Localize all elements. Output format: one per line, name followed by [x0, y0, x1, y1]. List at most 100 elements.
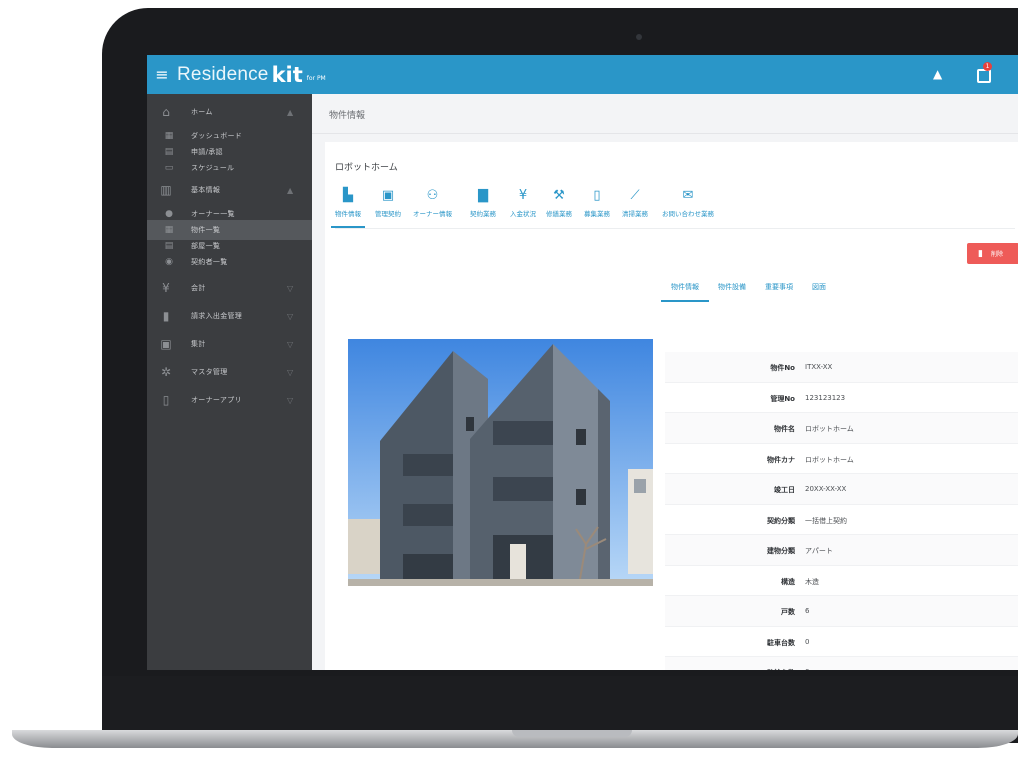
gear-icon: ✲: [160, 365, 172, 379]
door-icon: ▯: [593, 188, 601, 203]
spec-key: 物件No: [770, 364, 795, 372]
property-tab[interactable]: ⚇ オーナー情報: [413, 188, 452, 226]
spec-key: 建物分類: [767, 547, 795, 555]
brand-logo: Residence: [177, 63, 269, 85]
property-tabs: ▙ 物件情報 ▣ 管理契約 ⚇ オーナー情報 ▇ 契約業務 ¥ 入金状況 ⚒ 修繕業務 ▯ 募集業務 ⟋ 清掃…: [331, 188, 1015, 228]
person-icon: ⚇: [426, 188, 439, 203]
menu-icon[interactable]: ≡: [147, 55, 177, 94]
sidebar-item[interactable]: ✲ マスタ管理 ▽: [147, 362, 312, 382]
sidebar-item[interactable]: ▭ スケジュール: [147, 158, 312, 178]
spec-value: 0: [805, 668, 809, 670]
spec-key: 構造: [781, 577, 795, 586]
mail-icon: ✉: [682, 188, 694, 203]
bell-icon[interactable]: ▲: [933, 67, 942, 81]
property-name: ロボットホーム: [335, 163, 398, 173]
info-subtab[interactable]: 重要事項: [765, 282, 793, 292]
property-tab[interactable]: ▣ 管理契約: [375, 188, 401, 226]
phone-icon: ▯: [162, 393, 170, 407]
contractor-icon: ◉: [165, 257, 173, 267]
home-icon: ⌂: [162, 105, 170, 119]
main-content: 物件情報 ロボットホーム ▙ 物件情報 ▣ 管理契約 ⚇ オーナー情報 ▇ 契約業務 ¥ 入金状況…: [312, 94, 1018, 670]
calendar-icon: ▭: [164, 163, 174, 173]
spec-row: 管理No 123123123: [665, 383, 1018, 413]
sidebar-item-label: オーナーアプリ: [191, 396, 242, 404]
spec-value: 6: [805, 607, 810, 615]
property-tab[interactable]: ⚒ 修繕業務: [546, 188, 572, 226]
task-board-icon[interactable]: 1: [977, 62, 993, 83]
spec-key: 竣工日: [774, 486, 795, 494]
property-tab-label: 修繕業務: [546, 210, 572, 218]
spec-row: 物件No ITXX-XX: [665, 352, 1018, 383]
wrench-icon: ⚒: [553, 188, 565, 203]
property-photo: [348, 339, 653, 586]
dashboard-icon: ▦: [164, 131, 174, 141]
sidebar-item[interactable]: ¥ 会計 ▽: [147, 278, 312, 298]
trash-icon: ▮: [978, 248, 983, 259]
property-tab-label: 入金状況: [510, 210, 536, 218]
spec-row: 物件カナ ロボットホーム: [665, 444, 1018, 474]
sidebar-item-label: 請求入出金管理: [191, 312, 243, 320]
chevron-down-icon[interactable]: ▽: [287, 340, 293, 349]
sidebar-item-label: ホーム: [191, 108, 213, 116]
sidebar-item-label: 申請/承認: [191, 148, 223, 156]
spec-row: 戸数 6: [665, 596, 1018, 627]
sidebar-item[interactable]: ⌂ ホーム ▲: [147, 102, 312, 122]
info-subtab[interactable]: 図面: [812, 282, 826, 292]
sidebar-item[interactable]: ◉ 契約者一覧: [147, 252, 312, 272]
sidebar-item-label: スケジュール: [191, 164, 235, 172]
spec-key: 駐車台数: [767, 638, 795, 647]
property-card: ロボットホーム ▙ 物件情報 ▣ 管理契約 ⚇ オーナー情報 ▇ 契約業務 ¥ 入金状況 ⚒ 修繕業務…: [325, 142, 1018, 670]
property-tab[interactable]: ▯ 募集業務: [584, 188, 610, 226]
chevron-up-icon[interactable]: ▲: [287, 108, 293, 117]
property-tab[interactable]: ⟋ 清掃業務: [622, 188, 648, 226]
chevron-down-icon[interactable]: ▽: [287, 284, 293, 293]
contract-icon: ▣: [381, 188, 395, 203]
sidebar-item[interactable]: ▣ 集計 ▽: [147, 334, 312, 354]
laptop-mockup: ≡ Residence kit for PM ▲ 1 ⌂ ホーム ▲ ▦ ダッシュボード…: [0, 0, 1018, 760]
page-title: 物件情報: [329, 111, 366, 121]
sidebar-item-label: 契約者一覧: [191, 258, 228, 266]
spec-key: 戸数: [781, 608, 795, 616]
document-icon: ▮: [162, 309, 170, 323]
spec-value: 木造: [805, 577, 819, 586]
property-tab[interactable]: ✉ お問い合わせ業務: [662, 188, 714, 226]
sidebar-item-label: 物件一覧: [191, 226, 221, 234]
building-icon: ▥: [160, 183, 172, 197]
sidebar-item[interactable]: ▥ 基本情報 ▲: [147, 180, 312, 200]
tabs-divider: [335, 228, 1015, 229]
brand-suffix: for PM: [306, 75, 326, 82]
sidebar-item[interactable]: ▮ 請求入出金管理 ▽: [147, 306, 312, 326]
camera-icon: [636, 34, 642, 40]
sidebar-item-label: オーナー一覧: [191, 210, 235, 218]
chevron-down-icon[interactable]: ▽: [287, 368, 293, 377]
chevron-down-icon[interactable]: ▽: [287, 396, 293, 405]
property-tab[interactable]: ¥ 入金状況: [510, 188, 536, 226]
chevron-down-icon[interactable]: ▽: [287, 312, 293, 321]
spec-row: 物件名 ロボットホーム: [665, 413, 1018, 444]
calculator-icon: ▣: [160, 337, 172, 351]
info-subtab[interactable]: 物件設備: [718, 282, 746, 292]
property-tab-label: お問い合わせ業務: [662, 210, 714, 218]
property-tab-label: 物件情報: [335, 210, 361, 218]
property-tab-label: オーナー情報: [413, 210, 452, 218]
page-header: 物件情報: [312, 94, 1018, 134]
brand-logo-kit: kit: [271, 62, 303, 87]
sidebar-item[interactable]: ▯ オーナーアプリ ▽: [147, 390, 312, 410]
sidebar-item-label: マスタ管理: [191, 368, 228, 376]
sidebar: ⌂ ホーム ▲ ▦ ダッシュボード ▤ 申請/承認 ▭ スケジュール ▥ 基本情報 ▲ ● オーナー一覧 ▦…: [147, 94, 312, 670]
delete-label: 削除: [990, 251, 1003, 258]
spec-row: 建物分類 アパート: [665, 535, 1018, 566]
property-tab-label: 管理契約: [375, 210, 401, 218]
chevron-up-icon[interactable]: ▲: [287, 186, 293, 195]
approval-icon: ▤: [164, 147, 174, 157]
spec-value: ITXX-XX: [805, 363, 833, 371]
info-subtabs: 物件情報 物件設備 重要事項 図面: [661, 282, 845, 302]
delete-button[interactable]: ▮ 削除: [967, 243, 1018, 264]
spec-value: アパート: [805, 547, 833, 555]
top-bar: ≡ Residence kit for PM ▲ 1: [147, 55, 1018, 94]
info-subtab[interactable]: 物件情報: [661, 282, 709, 302]
property-tab[interactable]: ▇ 契約業務: [470, 188, 496, 226]
spec-row: 駐車台数 0: [665, 627, 1018, 657]
room-icon: ▤: [164, 241, 174, 251]
property-tab[interactable]: ▙ 物件情報: [331, 188, 365, 228]
